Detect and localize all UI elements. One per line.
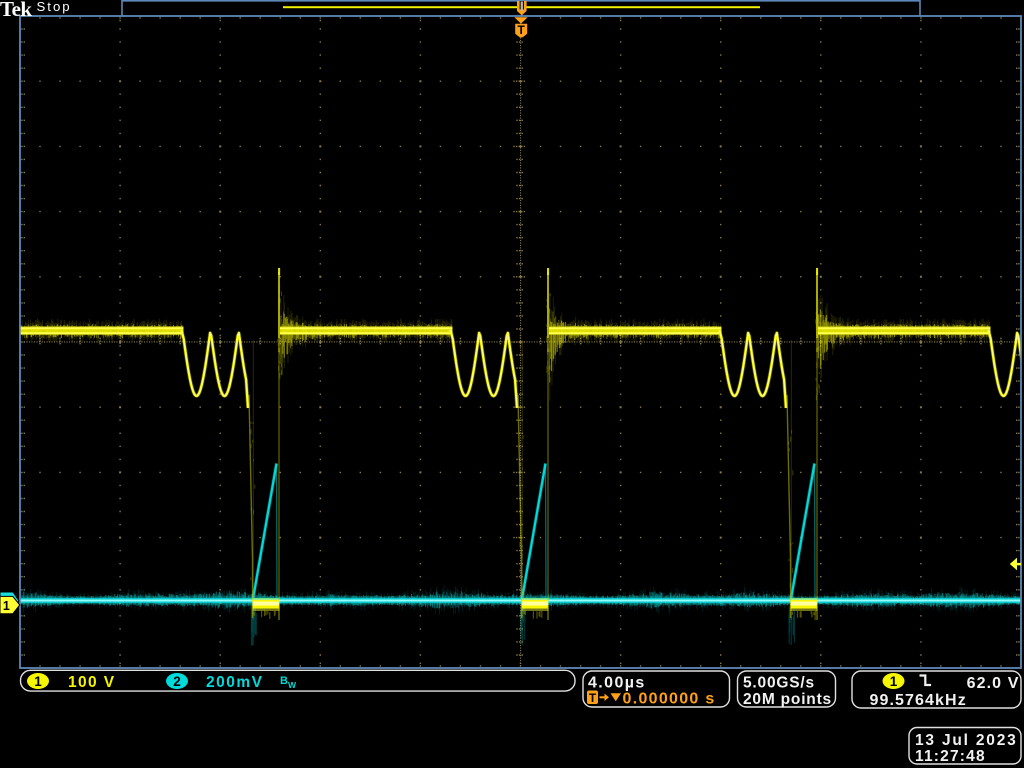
svg-text:20M points: 20M points [743, 691, 832, 708]
svg-text:5.00GS/s: 5.00GS/s [743, 675, 815, 692]
svg-text:Tek: Tek [0, 0, 32, 21]
svg-text:99.5764kHz: 99.5764kHz [870, 692, 967, 709]
svg-text:B: B [280, 675, 288, 687]
svg-text:0.000000 s: 0.000000 s [623, 691, 716, 708]
svg-text:11:27:48: 11:27:48 [915, 748, 986, 765]
svg-text:200mV: 200mV [206, 674, 263, 691]
svg-text:Stop: Stop [37, 0, 72, 14]
svg-text:1: 1 [34, 674, 42, 689]
svg-text:100 V: 100 V [68, 674, 116, 691]
svg-text:W: W [288, 680, 297, 690]
svg-text:T: T [518, 23, 526, 37]
svg-text:2: 2 [173, 674, 181, 689]
svg-text:62.0 V: 62.0 V [967, 675, 1020, 692]
svg-text:T: T [589, 691, 597, 705]
svg-text:1: 1 [3, 599, 10, 613]
svg-text:1: 1 [890, 674, 898, 689]
svg-text:4.00µs: 4.00µs [588, 675, 646, 692]
svg-text:13 Jul 2023: 13 Jul 2023 [915, 732, 1018, 749]
